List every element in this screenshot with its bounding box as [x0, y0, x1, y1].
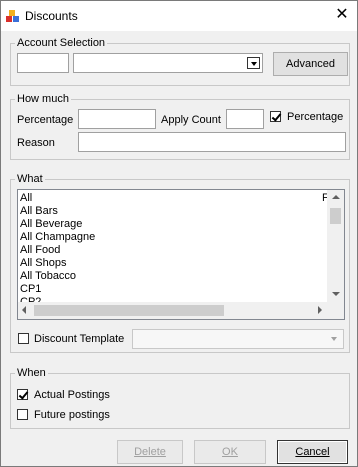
- percentage-checkbox[interactable]: [270, 111, 281, 122]
- horizontal-scrollbar[interactable]: [18, 302, 327, 319]
- future-postings-checkbox[interactable]: [17, 409, 28, 420]
- list-item[interactable]: All Beverage: [20, 218, 82, 230]
- account-number-field[interactable]: [17, 53, 69, 73]
- chevron-down-icon: [247, 57, 260, 69]
- discounts-window: Discounts ✕ Account Selection Advanced H…: [0, 0, 358, 467]
- list-item[interactable]: All: [20, 192, 32, 204]
- advanced-button[interactable]: Advanced: [273, 52, 348, 76]
- list-item[interactable]: All Shops: [20, 257, 66, 269]
- percentage-checkbox-label: Percentage: [287, 111, 344, 123]
- discount-template-label: Discount Template: [34, 333, 125, 345]
- list-item[interactable]: All Tobacco: [20, 270, 76, 282]
- account-combo[interactable]: [73, 53, 263, 73]
- what-legend: What: [15, 173, 45, 185]
- future-postings-label: Future postings: [34, 409, 110, 421]
- horizontal-scroll-thumb[interactable]: [34, 305, 224, 316]
- discount-template-combo[interactable]: [132, 329, 344, 349]
- advanced-button-label: Advanced: [286, 58, 335, 70]
- close-icon: ✕: [335, 6, 349, 23]
- list-item[interactable]: All Champagne: [20, 231, 95, 243]
- percentage-label: Percentage: [17, 114, 74, 126]
- reason-input[interactable]: [78, 132, 346, 152]
- list-item[interactable]: All Food: [20, 244, 60, 256]
- how-much-legend: How much: [15, 93, 71, 105]
- ok-button[interactable]: OK: [194, 440, 266, 464]
- cancel-button-label: Cancel: [295, 446, 330, 458]
- apply-count-input[interactable]: [226, 109, 264, 129]
- ok-button-label: OK: [222, 446, 238, 458]
- discount-template-checkbox[interactable]: [18, 333, 29, 344]
- account-selection-legend: Account Selection: [15, 37, 108, 49]
- scroll-down-icon[interactable]: [332, 292, 340, 296]
- list-item[interactable]: All Bars: [20, 205, 58, 217]
- actual-postings-checkbox[interactable]: [17, 389, 28, 400]
- close-button[interactable]: ✕: [327, 4, 357, 28]
- cubes-icon: [6, 10, 19, 22]
- delete-button[interactable]: Delete: [117, 440, 183, 464]
- delete-button-label: Delete: [134, 446, 166, 458]
- list-item[interactable]: CP1: [20, 283, 41, 295]
- cancel-button[interactable]: Cancel: [277, 440, 348, 464]
- vertical-scrollbar[interactable]: [327, 190, 344, 302]
- apply-count-label: Apply Count: [161, 114, 221, 126]
- title-bar: Discounts ✕: [1, 1, 357, 31]
- scroll-up-icon[interactable]: [332, 195, 340, 199]
- percentage-input[interactable]: [78, 109, 156, 129]
- reason-label: Reason: [17, 137, 55, 149]
- chevron-down-icon: [328, 333, 341, 345]
- vertical-scroll-thumb[interactable]: [330, 208, 341, 224]
- what-listbox[interactable]: All All Bars All Beverage All Champagne …: [17, 189, 345, 320]
- actual-postings-label: Actual Postings: [34, 389, 110, 401]
- window-title: Discounts: [25, 9, 78, 23]
- scroll-left-icon[interactable]: [22, 306, 26, 314]
- scroll-right-icon[interactable]: [318, 306, 322, 314]
- when-legend: When: [15, 367, 48, 379]
- scrollbar-corner: [327, 302, 344, 319]
